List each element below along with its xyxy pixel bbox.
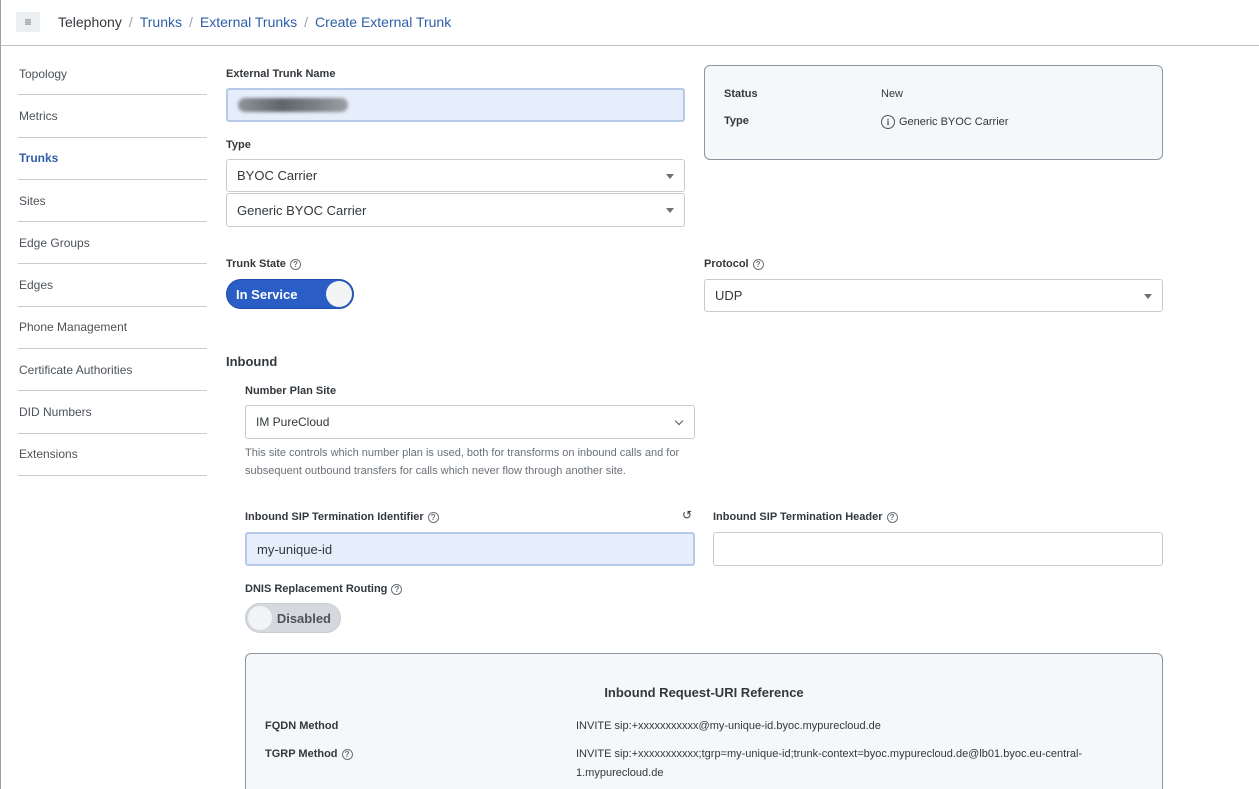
tgrp-method-label: TGRP Method ?: [265, 748, 353, 760]
question-circle-icon[interactable]: ?: [391, 583, 403, 595]
chevron-down-icon: [674, 416, 684, 426]
toggle-knob: [247, 605, 273, 631]
sidebar-item-topology[interactable]: Topology: [18, 53, 207, 96]
caret-down-icon: [666, 208, 674, 213]
menu-button[interactable]: ≡: [16, 12, 40, 32]
protocol-label: Protocol ?: [704, 258, 764, 270]
status-panel: Status New Type i Generic BYOC Carrier: [704, 65, 1163, 160]
sip-termination-header-label: Inbound SIP Termination Header ?: [713, 511, 898, 523]
breadcrumb-external-trunks[interactable]: External Trunks: [200, 14, 297, 30]
number-plan-help-text: This site controls which number plan is …: [245, 447, 680, 477]
type-select[interactable]: BYOC Carrier: [226, 159, 685, 192]
tgrp-method-value: INVITE sip:+xxxxxxxxxxx;tgrp=my-unique-i…: [576, 748, 1083, 779]
question-circle-icon[interactable]: ?: [289, 258, 301, 270]
protocol-select[interactable]: UDP: [704, 279, 1163, 312]
sidebar-item-edge-groups[interactable]: Edge Groups: [18, 222, 207, 265]
type-row: Type i Generic BYOC Carrier: [724, 115, 1009, 129]
type-label: Type: [226, 139, 251, 151]
status-row: Status New: [724, 88, 904, 100]
dnis-replacement-toggle[interactable]: Disabled: [245, 603, 341, 633]
sidebar-item-extensions[interactable]: Extensions: [18, 434, 207, 476]
sidebar-item-metrics[interactable]: Metrics: [18, 95, 207, 138]
sidebar-item-sites[interactable]: Sites: [18, 180, 207, 223]
sidebar-item-trunks[interactable]: Trunks: [18, 138, 207, 180]
question-circle-icon[interactable]: ?: [886, 511, 898, 523]
sip-termination-identifier-input[interactable]: my-unique-id: [245, 532, 695, 566]
trunk-state-label: Trunk State ?: [226, 258, 301, 270]
sidebar-item-certificate-authorities[interactable]: Certificate Authorities: [18, 349, 207, 392]
request-uri-reference-panel: Inbound Request-URI Reference FQDN Metho…: [245, 653, 1163, 789]
trunk-name-input[interactable]: [226, 88, 685, 122]
fqdn-method-label: FQDN Method: [265, 720, 339, 732]
breadcrumb: Telephony / Trunks / External Trunks / C…: [58, 14, 452, 30]
fqdn-method-value: INVITE sip:+xxxxxxxxxxx@my-unique-id.byo…: [576, 720, 881, 732]
sip-termination-identifier-label: Inbound SIP Termination Identifier ?: [245, 511, 439, 523]
redacted-value: [238, 98, 348, 112]
caret-down-icon: [1144, 293, 1152, 299]
reference-title: Inbound Request-URI Reference: [604, 685, 804, 700]
question-circle-icon[interactable]: ?: [752, 258, 764, 270]
breadcrumb-root: Telephony: [58, 14, 122, 30]
subtype-select[interactable]: Generic BYOC Carrier: [226, 193, 685, 227]
dnis-replacement-label: DNIS Replacement Routing ?: [245, 583, 403, 595]
info-circle-icon: i: [881, 115, 895, 129]
toggle-knob: [326, 281, 352, 307]
breadcrumb-create-external-trunk[interactable]: Create External Trunk: [315, 14, 451, 30]
sidebar-item-edges[interactable]: Edges: [18, 264, 207, 307]
number-plan-site-select[interactable]: IM PureCloud: [245, 405, 695, 439]
page-border: [0, 0, 1, 789]
sidebar-nav: Topology Metrics Trunks Sites Edge Group…: [18, 53, 207, 476]
number-plan-site-label: Number Plan Site: [245, 385, 337, 397]
sidebar-item-did-numbers[interactable]: DID Numbers: [18, 391, 207, 434]
sip-termination-header-input[interactable]: [713, 532, 1163, 566]
breadcrumb-trunks[interactable]: Trunks: [140, 14, 182, 30]
sidebar-item-phone-management[interactable]: Phone Management: [18, 307, 207, 350]
inbound-section-title: Inbound: [226, 354, 278, 369]
reset-icon[interactable]: ↺: [682, 509, 694, 521]
hamburger-icon: ≡: [24, 15, 32, 29]
caret-down-icon: [666, 173, 674, 179]
question-circle-icon[interactable]: ?: [427, 511, 439, 523]
question-circle-icon[interactable]: ?: [341, 748, 353, 760]
trunk-state-toggle[interactable]: In Service: [226, 279, 354, 309]
trunk-name-label: External Trunk Name: [226, 68, 336, 80]
top-bar: ≡ Telephony / Trunks / External Trunks /…: [1, 0, 1259, 46]
